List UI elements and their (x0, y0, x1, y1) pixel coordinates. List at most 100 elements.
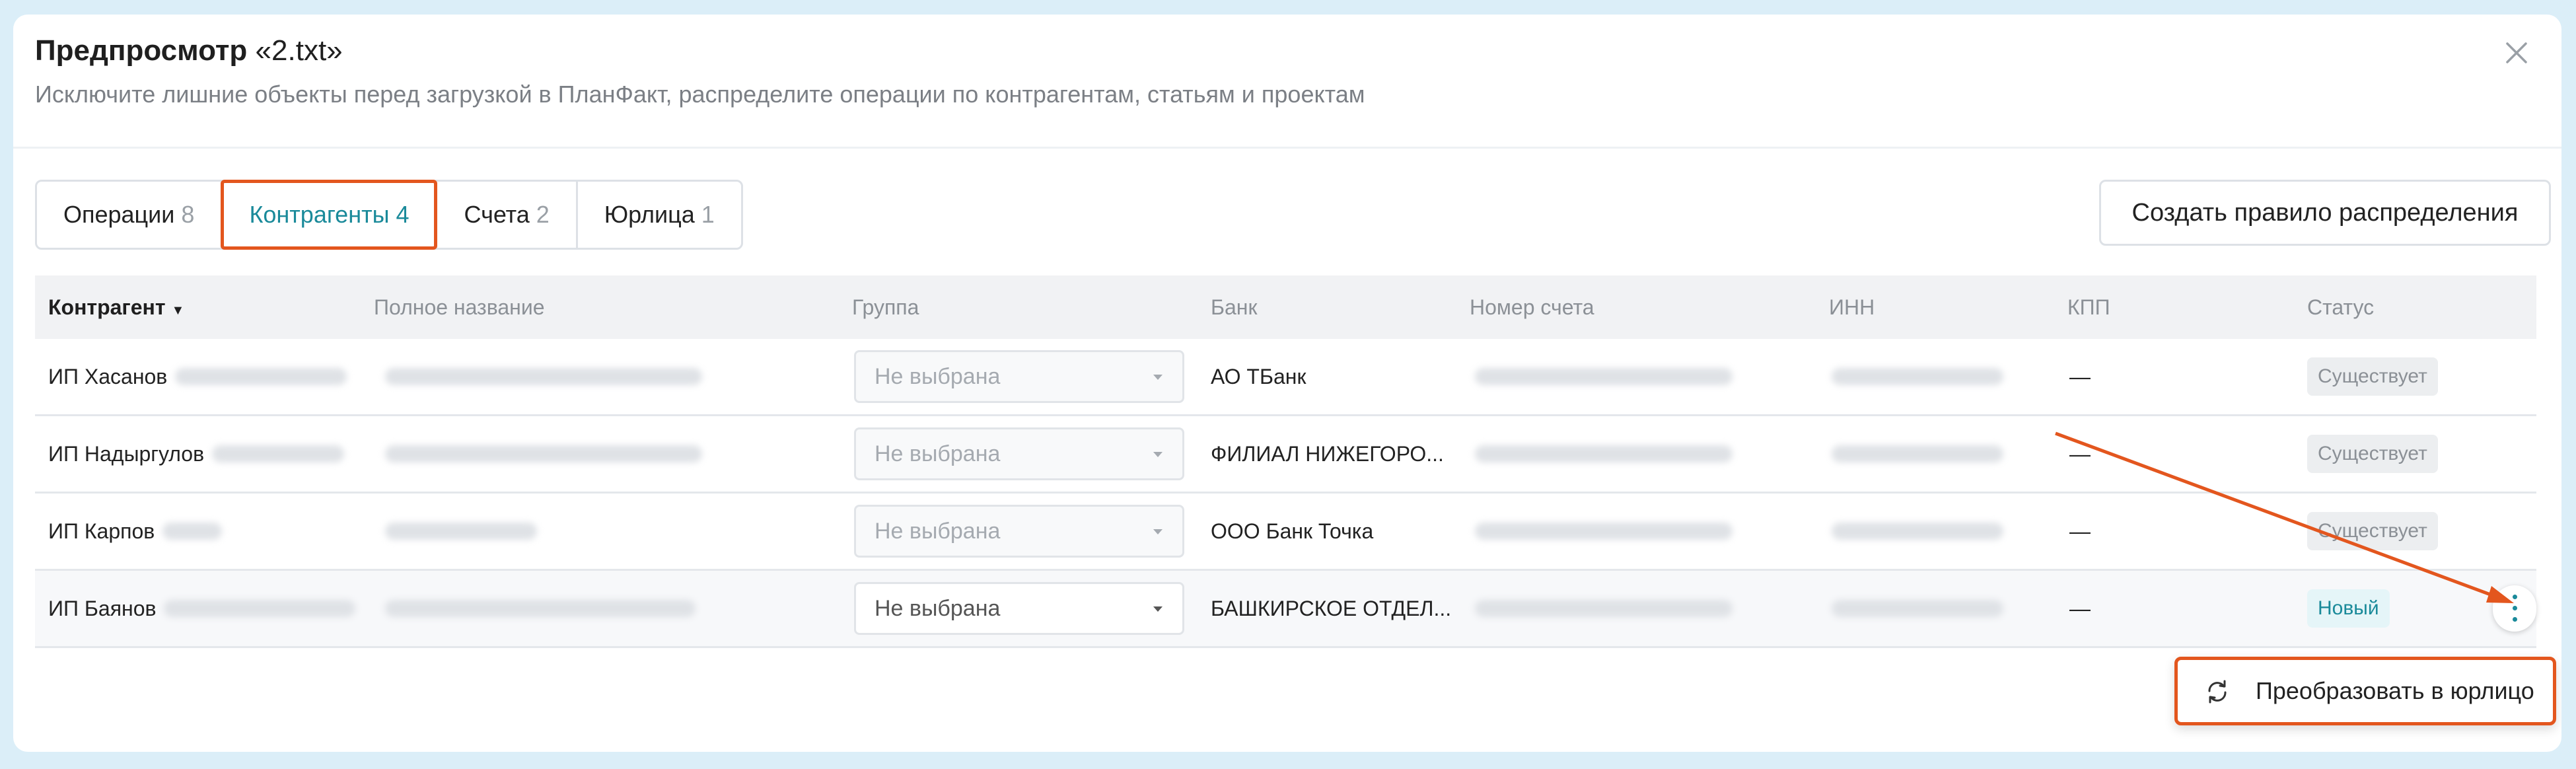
kebab-dot (2513, 606, 2517, 610)
counterparty-name: ИП Баянов (48, 596, 157, 620)
column-header-inn: ИНН (1829, 295, 1875, 319)
redacted-text (1475, 600, 1733, 617)
group-select-value: Не выбрана (875, 441, 1001, 466)
kpp-cell: — (2069, 519, 2091, 543)
tab-label: Операции (63, 201, 175, 228)
inn-cell (1832, 494, 2003, 569)
column-header-account-number: Номер счета (1470, 295, 1594, 319)
kebab-dot (2513, 617, 2517, 622)
counterparty-cell: ИП Хасанов (48, 339, 347, 414)
group-select[interactable]: Не выбрана (854, 582, 1184, 635)
account-number-cell (1475, 494, 1733, 569)
bank-cell: БАШКИРСКОЕ ОТДЕЛ... (1211, 596, 1452, 620)
counterparty-cell: ИП Баянов (48, 571, 356, 646)
status-cell: Существует (2307, 339, 2438, 414)
counterparties-table: Контрагент ▼ Полное название Группа Банк… (35, 275, 2536, 648)
redacted-text (175, 368, 347, 385)
convert-to-legal-entity-menu-item[interactable]: Преобразовать в юрлицо (2174, 657, 2556, 725)
tab-count: 2 (536, 201, 550, 228)
bank-cell: ООО Банк Точка (1211, 519, 1374, 543)
account-number-cell (1475, 339, 1733, 414)
bank-cell: АО ТБанк (1211, 364, 1306, 388)
modal-subtitle: Исключите лишние объекты перед загрузкой… (35, 81, 1365, 108)
kpp-cell: — (2069, 596, 2091, 620)
table-row[interactable]: ИП Баянов Не выбрана БАШКИРСКОЕ ОТДЕЛ...… (35, 571, 2536, 648)
status-badge: Существует (2307, 357, 2438, 396)
status-badge: Существует (2307, 512, 2438, 550)
create-rule-button[interactable]: Создать правило распределения (2099, 180, 2551, 246)
kpp-cell: — (2069, 364, 2091, 388)
group-select[interactable]: Не выбрана (854, 505, 1184, 558)
kpp-cell: — (2069, 441, 2091, 466)
redacted-text (385, 445, 702, 462)
redacted-text (212, 445, 345, 462)
tab-legal-entities[interactable]: Юрлица 1 (578, 182, 741, 248)
tab-count: 1 (701, 201, 715, 228)
redacted-text (385, 600, 696, 617)
chevron-down-icon (1153, 452, 1163, 457)
account-number-cell (1475, 416, 1733, 492)
row-actions-kebab-icon[interactable] (2493, 585, 2536, 632)
group-select-value: Не выбрана (875, 518, 1001, 544)
close-icon[interactable] (2497, 33, 2536, 73)
modal-header: Предпросмотр «2.txt» Исключите лишние об… (13, 15, 2561, 149)
inn-cell (1832, 571, 2003, 646)
sort-desc-icon: ▼ (171, 303, 185, 318)
redacted-text (1832, 368, 2003, 385)
modal-title-filename: «2.txt» (255, 34, 343, 67)
chevron-down-icon (1153, 606, 1163, 612)
counterparty-cell: ИП Карпов (48, 494, 223, 569)
tab-counterparties[interactable]: Контрагенты 4 (221, 180, 438, 250)
tabs: Операции 8 Контрагенты 4 Счета 2 Юрлица … (35, 180, 743, 250)
counterparty-name: ИП Хасанов (48, 364, 168, 388)
redacted-text (162, 523, 223, 540)
column-header-group: Группа (852, 295, 919, 319)
tab-accounts[interactable]: Счета 2 (437, 182, 578, 248)
table-row[interactable]: ИП Карпов Не выбрана ООО Банк Точка — Су… (35, 494, 2536, 571)
tab-label: Юрлица (604, 201, 695, 228)
chevron-down-icon (1153, 375, 1163, 380)
column-header-kpp: КПП (2067, 295, 2110, 319)
redacted-text (164, 600, 356, 617)
group-select-value: Не выбрана (875, 595, 1001, 621)
full-name-cell (385, 571, 696, 646)
column-header-bank: Банк (1211, 295, 1258, 319)
tab-label: Контрагенты (249, 201, 390, 228)
status-badge: Новый (2307, 589, 2390, 628)
kebab-dot (2513, 595, 2517, 599)
counterparty-name: ИП Карпов (48, 519, 155, 543)
preview-modal: Предпросмотр «2.txt» Исключите лишние об… (13, 15, 2561, 752)
tab-count: 8 (181, 201, 195, 228)
redacted-text (1832, 523, 2003, 540)
inn-cell (1832, 339, 2003, 414)
redacted-text (1475, 445, 1733, 462)
tab-operations[interactable]: Операции 8 (37, 182, 223, 248)
full-name-cell (385, 416, 702, 492)
modal-title: Предпросмотр «2.txt» (35, 34, 343, 67)
redacted-text (1475, 368, 1733, 385)
chevron-down-icon (1153, 529, 1163, 534)
table-row[interactable]: ИП Хасанов Не выбрана АО ТБанк — Существ… (35, 339, 2536, 416)
column-header-counterparty[interactable]: Контрагент ▼ (48, 275, 184, 339)
tab-count: 4 (396, 201, 410, 228)
counterparty-cell: ИП Надыргулов (48, 416, 345, 492)
full-name-cell (385, 339, 702, 414)
group-select[interactable]: Не выбрана (854, 427, 1184, 480)
tab-label: Счета (464, 201, 530, 228)
column-header-full-name: Полное название (374, 295, 545, 319)
counterparty-name: ИП Надыргулов (48, 441, 205, 466)
bank-cell: ФИЛИАЛ НИЖЕГОРО... (1211, 441, 1444, 466)
table-header: Контрагент ▼ Полное название Группа Банк… (35, 275, 2536, 339)
status-cell: Существует (2307, 416, 2438, 492)
group-select[interactable]: Не выбрана (854, 350, 1184, 403)
account-number-cell (1475, 571, 1733, 646)
status-badge: Существует (2307, 435, 2438, 473)
full-name-cell (385, 494, 537, 569)
menu-item-label: Преобразовать в юрлицо (2256, 677, 2534, 704)
status-cell: Существует (2307, 494, 2438, 569)
inn-cell (1832, 416, 2003, 492)
group-select-value: Не выбрана (875, 363, 1001, 389)
refresh-icon (2208, 680, 2227, 704)
modal-title-main: Предпросмотр (35, 34, 248, 67)
table-row[interactable]: ИП Надыргулов Не выбрана ФИЛИАЛ НИЖЕГОРО… (35, 416, 2536, 494)
